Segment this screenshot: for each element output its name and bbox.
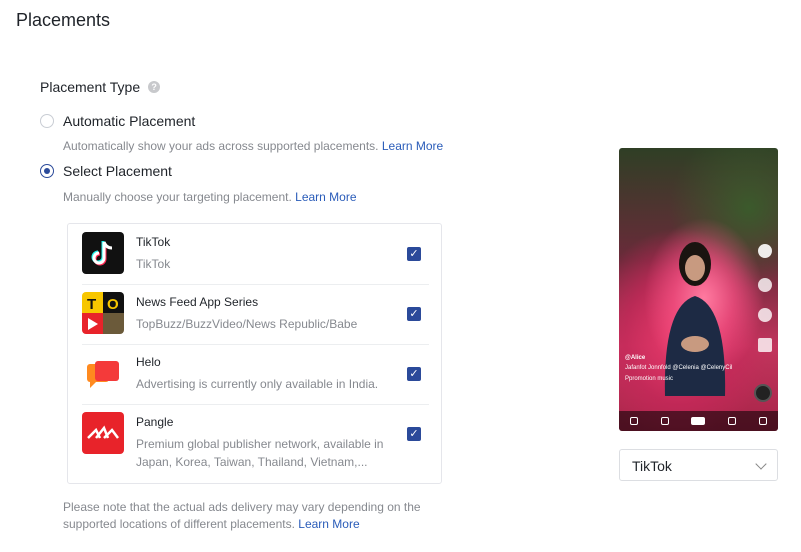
home-icon [630, 417, 639, 425]
inbox-icon [728, 417, 737, 425]
news-feed-logo-icon: T O [82, 292, 124, 334]
heart-icon [758, 278, 772, 292]
placement-checkbox-pangle[interactable]: ✓ [407, 427, 421, 441]
automatic-placement-radio[interactable] [40, 114, 54, 128]
select-learn-more-link[interactable]: Learn More [295, 190, 356, 204]
preview-sound: Ppromotion music [625, 376, 674, 382]
svg-text:O: O [107, 296, 119, 313]
placement-item-pangle[interactable]: Pangle Premium global publisher network,… [82, 404, 429, 469]
automatic-learn-more-link[interactable]: Learn More [382, 139, 443, 153]
preview-nav-bar [619, 411, 778, 431]
discover-icon [660, 417, 669, 425]
select-placement-radio[interactable] [40, 164, 54, 178]
note-learn-more-link[interactable]: Learn More [298, 517, 359, 531]
placement-type-label: Placement Type [40, 79, 141, 95]
select-placement-description: Manually choose your targeting placement… [63, 190, 357, 204]
share-icon [758, 338, 772, 352]
svg-text:T: T [87, 296, 96, 313]
delivery-note: Please note that the actual ads delivery… [63, 500, 421, 531]
avatar-icon [758, 244, 772, 258]
profile-icon [758, 417, 767, 425]
placement-sub: Premium global publisher network, availa… [136, 437, 384, 469]
preview-username: @Alice [625, 355, 646, 361]
placement-list: TikTok TikTok ✓ T O News Feed App Series… [67, 223, 442, 484]
placement-checkbox-tiktok[interactable]: ✓ [407, 247, 421, 261]
ad-preview-image: @Alice Jafanfot Jonnfold @Celenia @Celen… [619, 148, 778, 431]
placement-checkbox-news-feed[interactable]: ✓ [407, 307, 421, 321]
placement-name: Pangle [136, 415, 174, 429]
tiktok-logo-icon [82, 232, 124, 274]
create-icon [691, 417, 706, 425]
helo-logo-icon [82, 352, 124, 394]
pangle-logo-icon [82, 412, 124, 454]
placement-item-helo[interactable]: Helo Advertising is currently only avail… [82, 344, 429, 405]
select-placement-label: Select Placement [63, 163, 172, 179]
placement-name: Helo [136, 355, 161, 369]
placement-checkbox-helo[interactable]: ✓ [407, 367, 421, 381]
music-disc-icon [754, 384, 772, 402]
question-circle-icon[interactable]: ? [148, 81, 161, 93]
select-placement-option[interactable]: Select Placement [40, 163, 172, 179]
placement-item-news-feed[interactable]: T O News Feed App Series TopBuzz/BuzzVid… [82, 284, 429, 345]
automatic-placement-option[interactable]: Automatic Placement [40, 113, 195, 129]
placement-name: TikTok [136, 235, 171, 249]
page-title: Placements [16, 10, 111, 30]
placement-type-heading: Placement Type ? [40, 79, 161, 95]
automatic-placement-description: Automatically show your ads across suppo… [63, 139, 444, 153]
preview-placement-select[interactable]: TikTok [619, 449, 778, 481]
automatic-placement-label: Automatic Placement [63, 113, 196, 129]
preview-select-value: TikTok [632, 458, 672, 474]
comment-icon [758, 308, 772, 322]
placement-sub: Advertising is currently only available … [136, 377, 379, 391]
placement-name: News Feed App Series [136, 295, 259, 309]
chevron-down-icon [755, 458, 767, 470]
placement-sub: TikTok [136, 257, 171, 271]
placement-sub: TopBuzz/BuzzVideo/News Republic/Babe [136, 317, 358, 331]
preview-caption: Jafanfot Jonnfold @Celenia @CelenyCil [625, 365, 733, 371]
placement-item-tiktok[interactable]: TikTok TikTok ✓ [82, 224, 429, 285]
